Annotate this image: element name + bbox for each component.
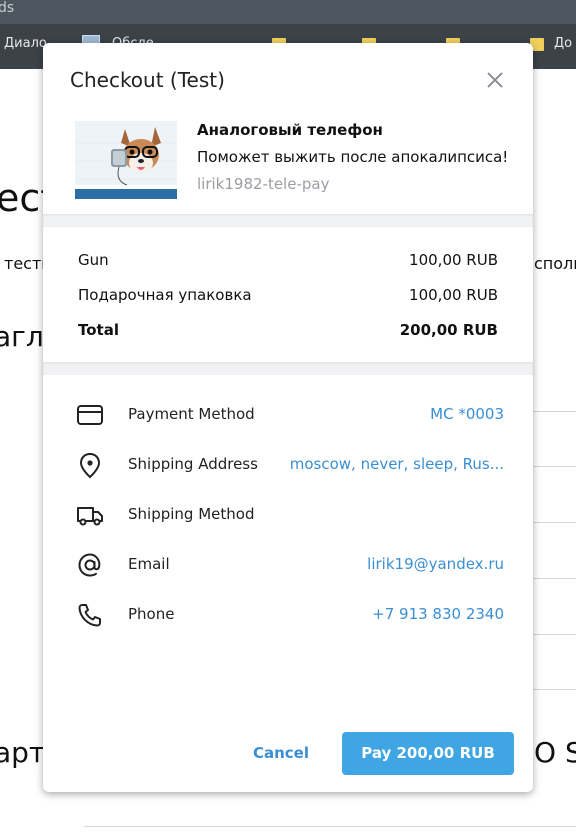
bookmark-item[interactable]: Диало xyxy=(4,36,47,56)
location-pin-icon xyxy=(79,452,101,479)
product-image xyxy=(75,121,177,199)
price-amount: 100,00 RUB xyxy=(409,286,498,304)
truck-icon xyxy=(77,507,103,526)
shipping-address-label: Shipping Address xyxy=(128,455,258,473)
shipping-address-value[interactable]: moscow, never, sleep, Rus... xyxy=(290,455,504,473)
total-label: Total xyxy=(78,321,119,339)
bg-divider xyxy=(84,826,576,827)
shipping-address-row[interactable]: Shipping Address moscow, never, sleep, R… xyxy=(43,445,533,485)
bot-username: lirik1982-tele-pay xyxy=(197,175,330,193)
price-label: Подарочная упаковка xyxy=(78,286,252,304)
price-row: Подарочная упаковка 100,00 RUB xyxy=(78,286,498,304)
card-icon xyxy=(77,405,103,425)
at-sign-icon xyxy=(78,553,101,577)
bookmark-item[interactable]: До xyxy=(554,36,572,56)
phone-icon xyxy=(78,604,101,627)
section-separator xyxy=(43,214,533,227)
section-separator xyxy=(43,362,533,375)
shipping-method-label: Shipping Method xyxy=(128,505,255,523)
phone-row[interactable]: Phone +7 913 830 2340 xyxy=(43,595,533,635)
payment-method-value[interactable]: MC *0003 xyxy=(430,405,504,423)
modal-title: Checkout (Test) xyxy=(70,68,225,92)
bg-divider xyxy=(533,522,576,523)
bg-text: споль xyxy=(534,254,576,273)
email-label: Email xyxy=(128,555,170,573)
close-icon[interactable] xyxy=(483,68,507,92)
price-label: Gun xyxy=(78,251,109,269)
bg-divider xyxy=(533,634,576,635)
cancel-button[interactable]: Cancel xyxy=(245,732,317,774)
bg-heading: агл xyxy=(0,320,44,353)
price-amount: 100,00 RUB xyxy=(409,251,498,269)
payment-method-row[interactable]: Payment Method MC *0003 xyxy=(43,395,533,435)
phone-value[interactable]: +7 913 830 2340 xyxy=(372,605,504,623)
shipping-method-row[interactable]: Shipping Method xyxy=(43,495,533,535)
bg-heading: O Se xyxy=(534,736,576,769)
price-row: Gun 100,00 RUB xyxy=(78,251,498,269)
bg-divider xyxy=(533,689,576,690)
total-row: Total 200,00 RUB xyxy=(78,321,498,339)
bg-divider xyxy=(533,466,576,467)
total-amount: 200,00 RUB xyxy=(399,321,498,339)
bg-divider xyxy=(533,578,576,579)
product-description: Поможет выжить после апокалипсиса! xyxy=(197,148,509,166)
checkout-modal: Checkout (Test) Аналоговый телефон Помож… xyxy=(43,43,533,792)
bg-divider xyxy=(533,411,576,412)
phone-label: Phone xyxy=(128,605,175,623)
payment-method-label: Payment Method xyxy=(128,405,255,423)
email-value[interactable]: lirik19@yandex.ru xyxy=(367,555,504,573)
product-title: Аналоговый телефон xyxy=(197,121,383,139)
browser-titlebar: ds xyxy=(0,0,576,24)
dog-with-phone-icon xyxy=(75,121,177,199)
browser-title: ds xyxy=(0,0,15,16)
pay-button[interactable]: Pay 200,00 RUB xyxy=(342,732,514,775)
email-row[interactable]: Email lirik19@yandex.ru xyxy=(43,545,533,585)
